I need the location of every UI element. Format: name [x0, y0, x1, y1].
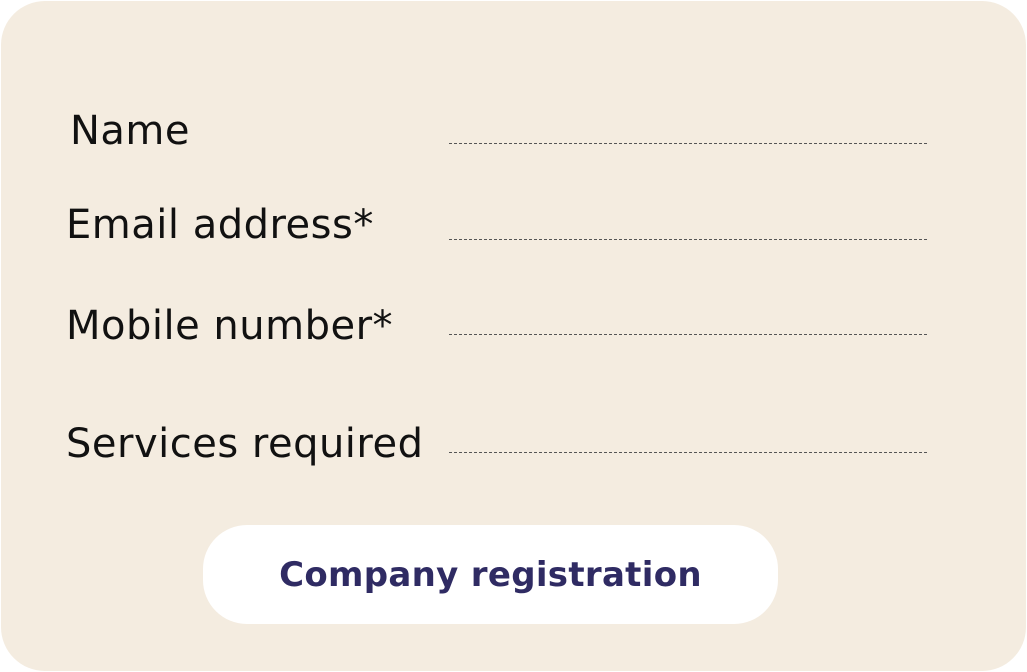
email-address-label: Email address* [66, 202, 374, 248]
services-required-field[interactable] [449, 452, 927, 453]
company-registration-button[interactable]: Company registration [203, 525, 778, 624]
registration-form-card: Name Email address* Mobile number* Servi… [1, 1, 1026, 671]
services-required-label: Services required [66, 421, 424, 467]
mobile-number-field[interactable] [449, 334, 927, 335]
name-field[interactable] [449, 143, 927, 144]
name-label: Name [70, 108, 191, 154]
mobile-number-label: Mobile number* [66, 303, 394, 349]
email-address-field[interactable] [449, 239, 927, 240]
